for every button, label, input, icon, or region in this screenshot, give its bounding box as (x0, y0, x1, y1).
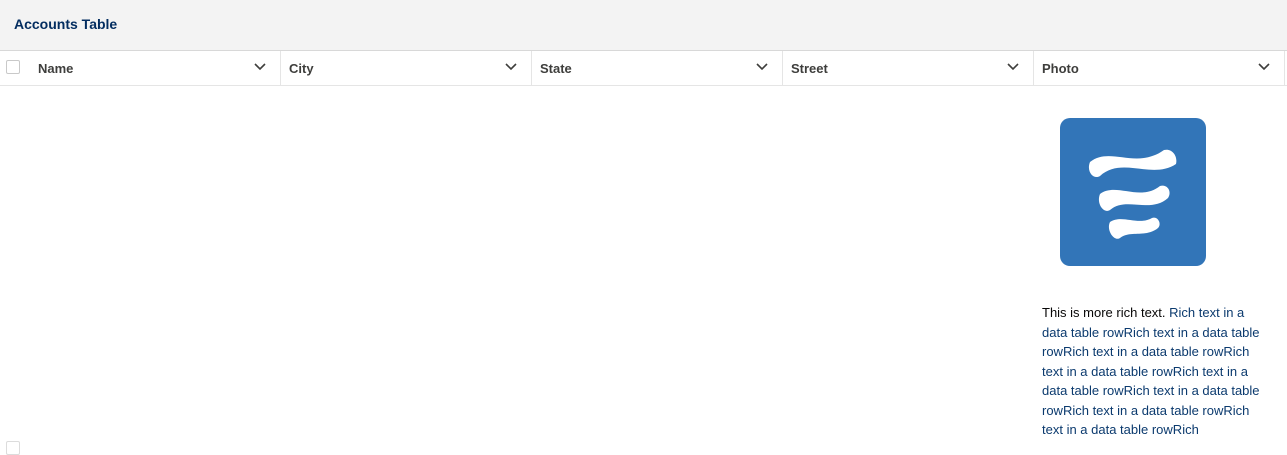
page-title: Accounts Table (14, 16, 118, 32)
photo-logo (1060, 118, 1206, 266)
rich-text-plain: This is more rich text. (1042, 305, 1170, 320)
column-header-row: Name City State Street Photo (0, 51, 1287, 86)
chevron-down-icon[interactable] (1257, 62, 1271, 72)
column-city-label: City (289, 61, 314, 76)
row-checkbox[interactable] (6, 441, 20, 455)
column-photo[interactable]: Photo (1034, 51, 1285, 85)
column-street-label: Street (791, 61, 828, 76)
chevron-down-icon[interactable] (1006, 62, 1020, 72)
salesforce-waves-icon (1088, 149, 1177, 239)
chevron-down-icon[interactable] (755, 62, 769, 72)
column-name-label: Name (38, 61, 74, 76)
column-state[interactable]: State (532, 51, 783, 85)
column-city[interactable]: City (281, 51, 532, 85)
column-state-label: State (540, 61, 572, 76)
column-photo-label: Photo (1042, 61, 1079, 76)
rich-text-link[interactable]: Rich text in a data table rowRich text i… (1042, 305, 1260, 437)
rich-text-cell: This is more rich text. Rich text in a d… (1042, 303, 1267, 440)
chevron-down-icon[interactable] (253, 62, 267, 72)
chevron-down-icon[interactable] (504, 62, 518, 72)
column-street[interactable]: Street (783, 51, 1034, 85)
column-name[interactable]: Name (0, 51, 281, 85)
table-header-bar: Accounts Table (0, 0, 1287, 51)
